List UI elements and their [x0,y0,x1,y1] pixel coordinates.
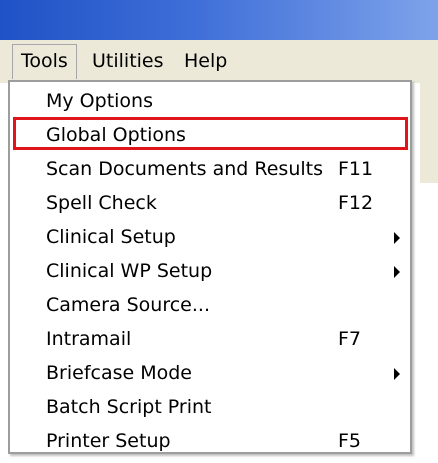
menu-item-my-options[interactable]: My Options [10,84,410,118]
menu-item-briefcase-mode[interactable]: Briefcase Mode [10,356,410,390]
menu-item-label: Clinical WP Setup [46,260,213,282]
shortcut-label: F11 [338,158,374,180]
window-titlebar [0,0,438,40]
menu-utilities[interactable]: Utilities [84,45,172,77]
menu-item-label: Printer Setup [46,430,171,452]
shortcut-label: F5 [338,430,362,452]
shortcut-label: F12 [338,192,374,214]
menu-item-label: My Options [46,90,153,112]
menu-tools[interactable]: Tools [12,44,77,79]
menu-bar: Tools Utilities Help [0,40,438,83]
menu-item-label: Batch Script Print [46,396,212,418]
menu-item-clinical-wp-setup[interactable]: Clinical WP Setup [10,254,410,288]
submenu-arrow-icon [394,368,400,380]
submenu-arrow-icon [394,232,400,244]
shortcut-label: F7 [338,328,362,350]
menu-item-label: Briefcase Mode [46,362,192,384]
submenu-arrow-icon [394,266,400,278]
menu-item-printer-setup[interactable]: Printer Setup F5 [10,424,410,458]
menu-item-clinical-setup[interactable]: Clinical Setup [10,220,410,254]
menu-item-scan-documents[interactable]: Scan Documents and Results F11 [10,152,410,186]
menu-help[interactable]: Help [176,45,235,77]
menu-item-label: Intramail [46,328,132,350]
global-options-highlight-box [13,117,408,150]
menu-item-intramail[interactable]: Intramail F7 [10,322,410,356]
menu-item-label: Spell Check [46,192,157,214]
menu-item-label: Camera Source... [46,294,210,316]
workspace-panel [420,83,438,183]
menu-item-label: Clinical Setup [46,226,176,248]
menu-item-spell-check[interactable]: Spell Check F12 [10,186,410,220]
menu-item-label: Scan Documents and Results [46,158,323,180]
menu-item-batch-script-print[interactable]: Batch Script Print [10,390,410,424]
menu-item-camera-source[interactable]: Camera Source... [10,288,410,322]
tools-dropdown-menu: My Options Global Options Scan Documents… [8,80,412,454]
